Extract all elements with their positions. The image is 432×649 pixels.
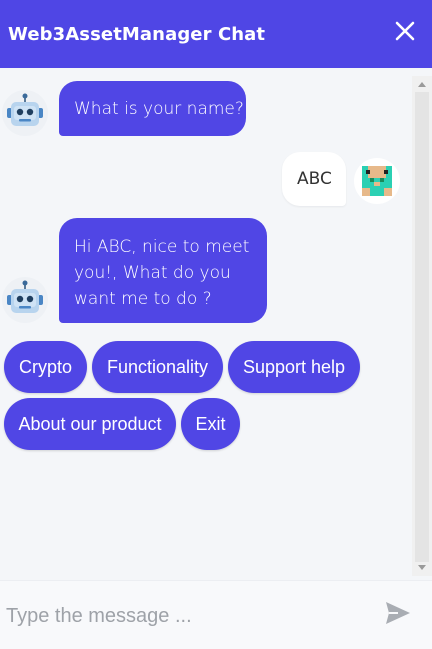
bot-message: What is your name? <box>59 81 246 136</box>
scroll-up-arrow-icon[interactable] <box>418 82 426 87</box>
message-input[interactable] <box>6 601 366 631</box>
scroll-down-arrow-icon[interactable] <box>418 565 426 570</box>
user-message: ABC <box>282 152 346 206</box>
bot-message-line: you!, What do you <box>74 263 231 283</box>
bot-message-line: want me to do ? <box>74 289 212 309</box>
bot-message: Hi ABC, nice to meet you!, What do you w… <box>59 218 267 323</box>
option-support-help-button[interactable]: Support help <box>228 341 360 393</box>
chat-header: Web3AssetManager Chat <box>0 0 432 68</box>
message-composer <box>0 580 432 649</box>
bot-message-line: Hi ABC, nice to meet <box>74 237 250 257</box>
user-message-text: ABC <box>297 169 332 189</box>
chat-title: Web3AssetManager Chat <box>8 24 266 45</box>
bot-avatar-icon <box>2 277 48 323</box>
bot-avatar-icon <box>2 90 48 136</box>
chat-body <box>0 68 432 580</box>
option-functionality-button[interactable]: Functionality <box>92 341 223 393</box>
user-avatar-icon <box>354 158 400 204</box>
send-icon[interactable] <box>384 599 412 627</box>
option-about-product-button[interactable]: About our product <box>4 398 176 450</box>
bot-message-text: What is your name? <box>74 99 244 119</box>
option-crypto-button[interactable]: Crypto <box>4 341 87 393</box>
scrollbar-thumb[interactable] <box>415 92 429 562</box>
option-exit-button[interactable]: Exit <box>181 398 240 450</box>
scrollbar[interactable] <box>412 76 432 576</box>
close-icon[interactable] <box>392 18 418 44</box>
